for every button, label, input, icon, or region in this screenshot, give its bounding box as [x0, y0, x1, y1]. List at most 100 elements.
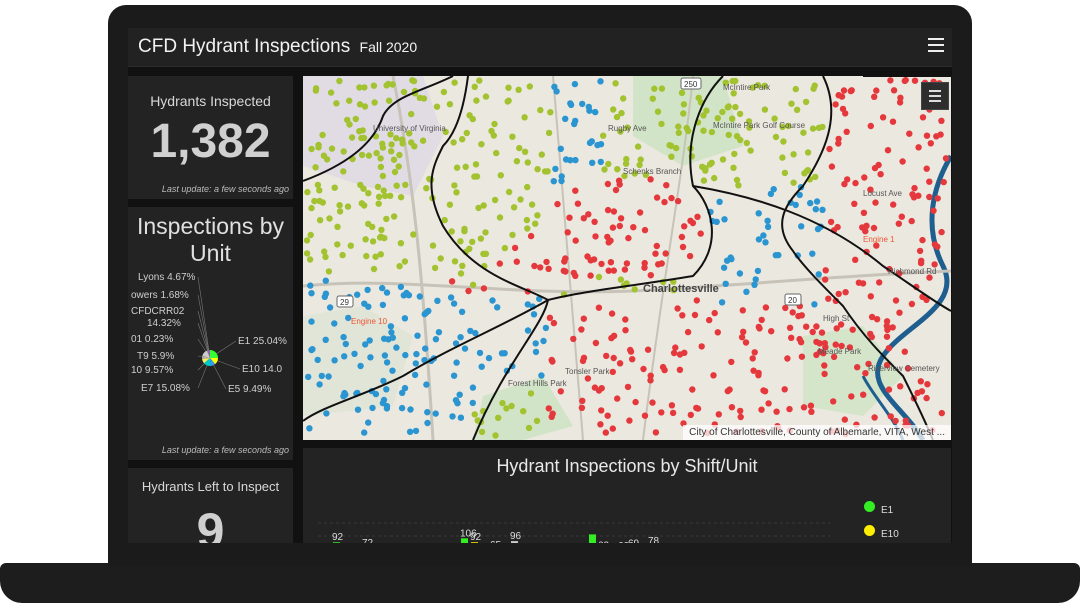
hydrant-point [908, 217, 915, 225]
hydrant-point [510, 204, 518, 211]
legend-label-e1[interactable]: E1 [881, 505, 893, 516]
hydrant-point [592, 233, 599, 240]
hydrant-point [482, 229, 489, 236]
hydrant-point [456, 391, 463, 398]
hydrant-point [331, 357, 338, 364]
hydrant-point [647, 176, 654, 183]
hydrant-point [488, 127, 495, 135]
inspected-indicator-title: Hydrants Inspected [150, 93, 271, 109]
pie-slice-label: E7 15.08% [141, 383, 190, 394]
hydrant-point [887, 413, 894, 420]
hydrant-point [530, 311, 538, 318]
hydrant-point [416, 293, 423, 300]
hydrant-point [592, 108, 599, 116]
hydrant-point [316, 197, 323, 205]
pie-slice [210, 350, 218, 359]
hydrant-point [501, 244, 509, 252]
hydrant-point [636, 209, 644, 216]
hydrant-point [469, 238, 476, 245]
hydrant-point [689, 386, 696, 393]
hydrant-point [336, 202, 343, 209]
hydrant-point [450, 300, 458, 307]
hydrant-point [524, 159, 531, 166]
hydrant-point [358, 151, 366, 159]
hydrant-point [938, 117, 945, 124]
hydrant-point [410, 77, 418, 85]
hydrant-point [334, 241, 341, 248]
hydrant-point [595, 273, 603, 281]
hydrant-point [308, 204, 315, 212]
hydrant-map[interactable]: McIntire Park McIntire Park Golf Course … [303, 76, 951, 440]
hydrant-point [661, 198, 668, 206]
hydrant-point [423, 309, 430, 316]
hydrant-point [683, 124, 690, 132]
hydrant-point [571, 120, 578, 128]
hydrant-point [798, 223, 805, 230]
legend-list-icon[interactable] [921, 82, 949, 110]
hydrant-point [764, 223, 772, 231]
hydrant-point [482, 93, 490, 100]
hydrant-point [461, 228, 468, 235]
hydrant-point [387, 323, 395, 330]
hydrant-point [369, 404, 376, 412]
legend-dot-e1 [864, 501, 875, 512]
hydrant-point [807, 199, 814, 207]
hydrant-point [446, 201, 454, 208]
hydrant-point [725, 103, 732, 110]
hydrant-point [316, 217, 324, 224]
hydrant-point [844, 176, 851, 183]
hydrant-point [375, 193, 383, 200]
hydrant-point [420, 95, 428, 102]
hydrant-point [819, 123, 826, 131]
hydrant-point [760, 232, 767, 239]
hydrant-point [306, 256, 314, 263]
map-canvas[interactable]: McIntire Park McIntire Park Golf Course … [303, 76, 951, 440]
hydrant-point [883, 333, 891, 340]
hydrant-point [841, 416, 848, 423]
hydrant-point [697, 230, 704, 237]
hydrant-point [378, 226, 385, 233]
hydrant-point [423, 185, 430, 192]
hydrant-point [352, 115, 359, 123]
hydrant-point [567, 157, 574, 164]
hydrant-point [843, 128, 850, 135]
hydrant-point [698, 343, 705, 350]
hydrant-point [747, 147, 754, 154]
hydrant-point [453, 359, 460, 366]
hydrant-point [526, 83, 533, 90]
hydrant-point [623, 155, 630, 163]
hydrant-point [652, 250, 659, 257]
hydrant-point [710, 372, 717, 379]
hydrant-point [545, 405, 552, 412]
hydrant-point [849, 326, 856, 333]
hydrant-point [370, 82, 378, 89]
hydrant-point [579, 397, 586, 404]
hydrant-point [801, 170, 808, 177]
hydrant-point [854, 364, 861, 371]
hamburger-menu-icon[interactable] [928, 38, 944, 52]
hydrant-point [871, 164, 879, 172]
hydrant-point [424, 409, 431, 416]
hydrant-point [437, 255, 444, 262]
hydrant-point [840, 87, 848, 94]
hydrant-point [923, 165, 930, 172]
hydrant-point [604, 206, 612, 214]
hydrant-point [927, 140, 934, 147]
legend-label-e10[interactable]: E10 [881, 529, 899, 540]
hydrant-point [471, 83, 478, 90]
hydrant-point [390, 156, 398, 163]
hydrant-point [307, 231, 314, 239]
hydrant-point [647, 377, 654, 384]
hydrant-point [861, 174, 868, 181]
hydrant-point [868, 313, 876, 321]
hydrant-point [598, 260, 605, 268]
hydrant-point [743, 139, 750, 147]
hydrant-point [395, 163, 402, 170]
hydrant-point [367, 354, 374, 361]
hydrant-point [405, 292, 413, 299]
hydrant-point [693, 404, 700, 412]
hydrant-point [652, 429, 660, 436]
hydrant-point [917, 378, 924, 385]
bar-value-label: 96 [510, 531, 522, 542]
bar-value-label: 92 [332, 532, 344, 543]
